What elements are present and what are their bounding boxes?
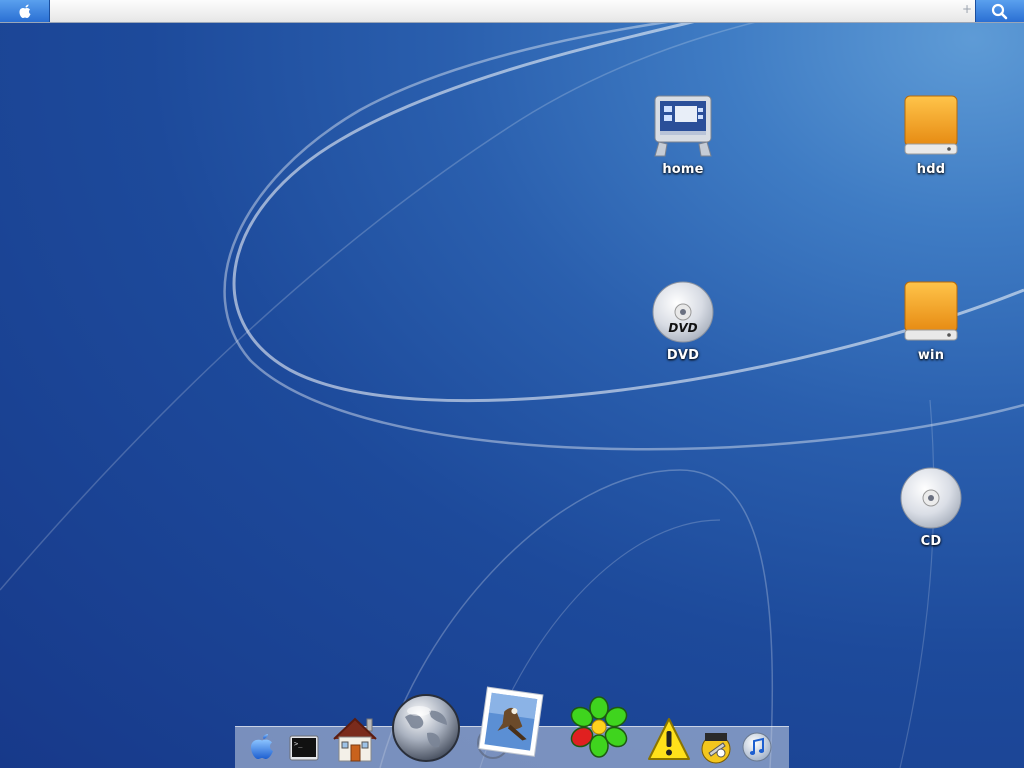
magnifier-icon	[991, 3, 1008, 20]
itunes-disc-icon	[742, 732, 772, 762]
desktop-icon-label: hdd	[916, 162, 946, 177]
dock-item-itunes[interactable]	[741, 731, 773, 767]
desktop-icon-cd[interactable]: CD	[881, 466, 981, 549]
mail-stamp-icon	[477, 686, 544, 759]
menu-bar: +	[0, 0, 1024, 23]
desktop[interactable]: home hdd DVD DVD win CD	[0, 0, 1024, 768]
dock-item-console[interactable]	[647, 717, 691, 767]
menubar-plus-glyph: +	[961, 2, 972, 16]
home-house-icon	[333, 717, 377, 762]
cd-disc-icon	[900, 467, 962, 529]
apple-finder-icon	[250, 734, 273, 759]
desktop-icon-label: win	[917, 348, 945, 363]
tool-utility-icon	[701, 733, 731, 764]
hard-drive-icon	[904, 281, 958, 341]
spotlight-search-button[interactable]	[975, 0, 1024, 22]
dock-item-mail[interactable]	[473, 685, 549, 765]
desktop-icon-label: DVD	[666, 348, 700, 363]
warning-console-icon	[648, 718, 690, 760]
dock-item-terminal[interactable]: >_	[289, 735, 319, 765]
desktop-icon-hdd[interactable]: hdd	[881, 94, 981, 177]
desktop-icon-win[interactable]: win	[881, 280, 981, 363]
hard-drive-icon	[904, 95, 958, 155]
apple-menu-button[interactable]	[0, 0, 50, 22]
terminal-icon: >_	[289, 735, 319, 761]
dvd-disc-icon: DVD	[652, 281, 714, 343]
dock-item-browser[interactable]	[391, 693, 461, 767]
desktop-icon-label: CD	[920, 534, 942, 549]
dock: >_	[235, 686, 789, 768]
dock-item-finder[interactable]	[247, 731, 277, 767]
wallpaper-swoosh	[0, 0, 1024, 768]
globe-browser-icon	[392, 694, 460, 762]
apple-icon	[19, 4, 31, 18]
dock-item-utility[interactable]	[699, 729, 733, 768]
dock-item-icq[interactable]	[567, 695, 631, 763]
computer-monitor-icon	[654, 95, 712, 157]
desktop-icon-label: home	[662, 162, 704, 177]
dock-item-home[interactable]	[331, 713, 379, 767]
icq-flower-icon	[570, 696, 628, 758]
terminal-prompt: >_	[294, 740, 303, 748]
desktop-icon-home[interactable]: home	[633, 94, 733, 177]
desktop-icon-dvd[interactable]: DVD DVD	[633, 280, 733, 363]
dvd-disc-text: DVD	[668, 321, 697, 335]
